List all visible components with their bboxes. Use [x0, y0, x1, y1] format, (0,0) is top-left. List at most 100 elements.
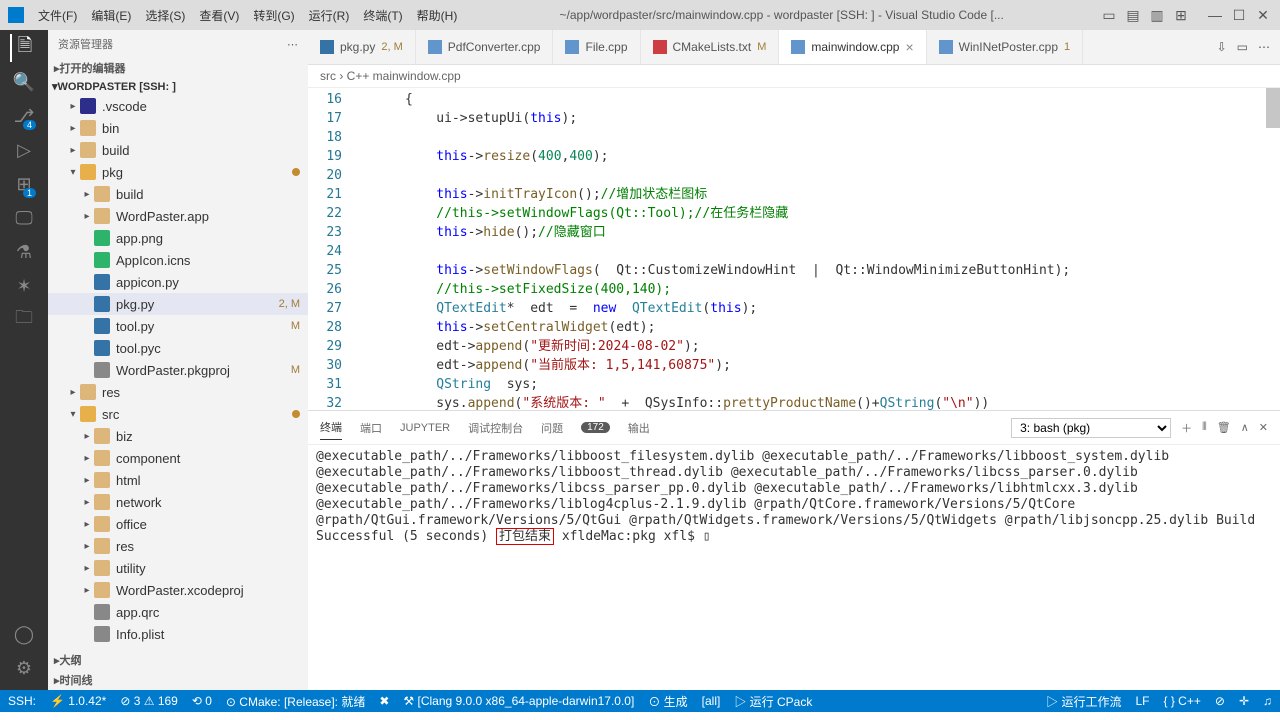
- menu-item[interactable]: 文件(F): [32, 3, 83, 28]
- editor-tab[interactable]: CMakeLists.txtM: [641, 30, 780, 64]
- menu-item[interactable]: 终端(T): [357, 3, 408, 28]
- status-item[interactable]: ⊙ 生成: [648, 693, 687, 710]
- explorer-icon[interactable]: 🗎: [10, 34, 38, 62]
- panel-action-icon[interactable]: ∧: [1241, 421, 1249, 434]
- tree-folder[interactable]: ▸office: [48, 513, 308, 535]
- menu-item[interactable]: 运行(R): [303, 3, 356, 28]
- code-editor[interactable]: 16 17 18 19 20 21 22 23 24 25 26 27 28 2…: [308, 88, 1280, 410]
- status-item[interactable]: [all]: [702, 694, 721, 708]
- tree-folder[interactable]: ▾src: [48, 403, 308, 425]
- breadcrumb[interactable]: src › C++ mainwindow.cpp: [308, 65, 1280, 88]
- panel-tab[interactable]: 端口: [360, 416, 382, 440]
- test-icon[interactable]: ⚗: [10, 238, 38, 266]
- menu-item[interactable]: 选择(S): [139, 3, 191, 28]
- status-item[interactable]: ✛: [1239, 693, 1249, 710]
- minimap[interactable]: [1266, 88, 1280, 128]
- tree-file[interactable]: appicon.py: [48, 271, 308, 293]
- status-item[interactable]: ⚒ [Clang 9.0.0 x86_64-apple-darwin17.0.0…: [403, 694, 634, 708]
- editor-tab[interactable]: WinINetPoster.cpp1: [927, 30, 1084, 64]
- menu-item[interactable]: 查看(V): [193, 3, 245, 28]
- code-text[interactable]: { ui->setupUi(this); this->resize(400,40…: [358, 88, 1280, 410]
- status-item[interactable]: ⊙ CMake: [Release]: 就绪: [226, 693, 365, 710]
- tree-folder[interactable]: ▸WordPaster.xcodeproj: [48, 579, 308, 601]
- tree-folder[interactable]: ▸biz: [48, 425, 308, 447]
- panel-tab[interactable]: 调试控制台: [468, 416, 523, 440]
- terminal-output[interactable]: @executable_path/../Frameworks/libboost_…: [308, 445, 1280, 690]
- status-item[interactable]: { } C++: [1164, 693, 1201, 710]
- tree-folder[interactable]: ▸build: [48, 139, 308, 161]
- tree-file[interactable]: AppIcon.icns: [48, 249, 308, 271]
- tree-file[interactable]: app.qrc: [48, 601, 308, 623]
- search-icon[interactable]: 🔍: [10, 68, 38, 96]
- menu-item[interactable]: 转到(G): [247, 3, 300, 28]
- editor-tab[interactable]: File.cpp: [553, 30, 640, 64]
- settings-icon[interactable]: ⚙: [10, 654, 38, 682]
- status-item[interactable]: ⚡ 1.0.42*: [50, 694, 106, 708]
- timeline-section[interactable]: ▸时间线: [48, 670, 308, 690]
- layout2-icon[interactable]: ▤: [1124, 6, 1142, 24]
- layout3-icon[interactable]: ▥: [1148, 6, 1166, 24]
- panel-tab[interactable]: 终端: [320, 415, 342, 440]
- status-item[interactable]: ♫: [1263, 693, 1272, 710]
- status-item[interactable]: LF: [1135, 693, 1149, 710]
- panel-action-icon[interactable]: 🗑: [1217, 421, 1231, 434]
- min-icon[interactable]: —: [1206, 6, 1224, 24]
- tree-folder[interactable]: ▸.vscode: [48, 95, 308, 117]
- tree-folder[interactable]: ▸network: [48, 491, 308, 513]
- debug-icon[interactable]: ▷: [10, 136, 38, 164]
- outline-section[interactable]: ▸大纲: [48, 650, 308, 670]
- tree-folder[interactable]: ▸WordPaster.app: [48, 205, 308, 227]
- menu-item[interactable]: 帮助(H): [411, 3, 464, 28]
- layout4-icon[interactable]: ⊞: [1172, 6, 1190, 24]
- tab-action-icon[interactable]: ⇩: [1217, 40, 1227, 54]
- file-icon: [80, 384, 96, 400]
- tree-folder[interactable]: ▸bin: [48, 117, 308, 139]
- status-item[interactable]: ✖: [379, 694, 389, 708]
- status-item[interactable]: ▷ 运行 CPack: [734, 693, 812, 710]
- scm-icon[interactable]: ⎇4: [10, 102, 38, 130]
- tree-folder[interactable]: ▸component: [48, 447, 308, 469]
- tab-action-icon[interactable]: ⋯: [1258, 40, 1270, 54]
- status-item[interactable]: ⟲ 0: [192, 694, 212, 708]
- tree-file[interactable]: pkg.py2, M: [48, 293, 308, 315]
- max-icon[interactable]: ☐: [1230, 6, 1248, 24]
- tree-folder[interactable]: ▸utility: [48, 557, 308, 579]
- remote-icon[interactable]: 🖵: [10, 204, 38, 232]
- tree-file[interactable]: tool.pyc: [48, 337, 308, 359]
- open-editors-section[interactable]: ▸打开的编辑器: [48, 58, 308, 78]
- more-icon[interactable]: ⋯: [287, 38, 298, 51]
- layout1-icon[interactable]: ▭: [1100, 6, 1118, 24]
- folder-icon[interactable]: 🗀: [10, 306, 38, 334]
- tree-folder[interactable]: ▸html: [48, 469, 308, 491]
- ai-icon[interactable]: ✶: [10, 272, 38, 300]
- extensions-icon[interactable]: ⊞1: [10, 170, 38, 198]
- close-icon[interactable]: ✕: [1254, 6, 1272, 24]
- tree-file[interactable]: app.png: [48, 227, 308, 249]
- tree-folder[interactable]: ▸build: [48, 183, 308, 205]
- status-item[interactable]: ⊘ 3 ⚠ 169: [120, 694, 178, 708]
- status-item[interactable]: SSH:: [8, 694, 36, 708]
- tree-folder[interactable]: ▸res: [48, 535, 308, 557]
- account-icon[interactable]: ◯: [10, 620, 38, 648]
- tree-file[interactable]: WordPaster.pkgprojM: [48, 359, 308, 381]
- project-header[interactable]: ▾WORDPASTER [SSH: ]: [48, 78, 308, 95]
- panel-action-icon[interactable]: ＋: [1181, 420, 1192, 436]
- panel-tab[interactable]: 输出: [628, 416, 650, 440]
- panel-tab[interactable]: JUPYTER: [400, 418, 450, 438]
- tree-file[interactable]: Info.plist: [48, 623, 308, 645]
- panel-action-icon[interactable]: ⫴: [1202, 421, 1207, 434]
- tree-folder[interactable]: ▸res: [48, 381, 308, 403]
- panel-tab[interactable]: 问题: [541, 416, 563, 440]
- editor-tab[interactable]: PdfConverter.cpp: [416, 30, 554, 64]
- close-tab-icon[interactable]: ×: [905, 39, 913, 55]
- status-item[interactable]: ▷ 运行工作流: [1046, 693, 1121, 710]
- tree-folder[interactable]: ▾pkg: [48, 161, 308, 183]
- panel-action-icon[interactable]: ✕: [1259, 421, 1268, 434]
- status-item[interactable]: ⊘: [1215, 693, 1225, 710]
- menu-item[interactable]: 编辑(E): [85, 3, 137, 28]
- tab-action-icon[interactable]: ▭: [1237, 40, 1248, 54]
- editor-tab[interactable]: mainwindow.cpp×: [779, 30, 926, 64]
- editor-tab[interactable]: pkg.py2, M: [308, 30, 416, 64]
- tree-file[interactable]: tool.pyM: [48, 315, 308, 337]
- terminal-select[interactable]: 3: bash (pkg): [1011, 418, 1171, 438]
